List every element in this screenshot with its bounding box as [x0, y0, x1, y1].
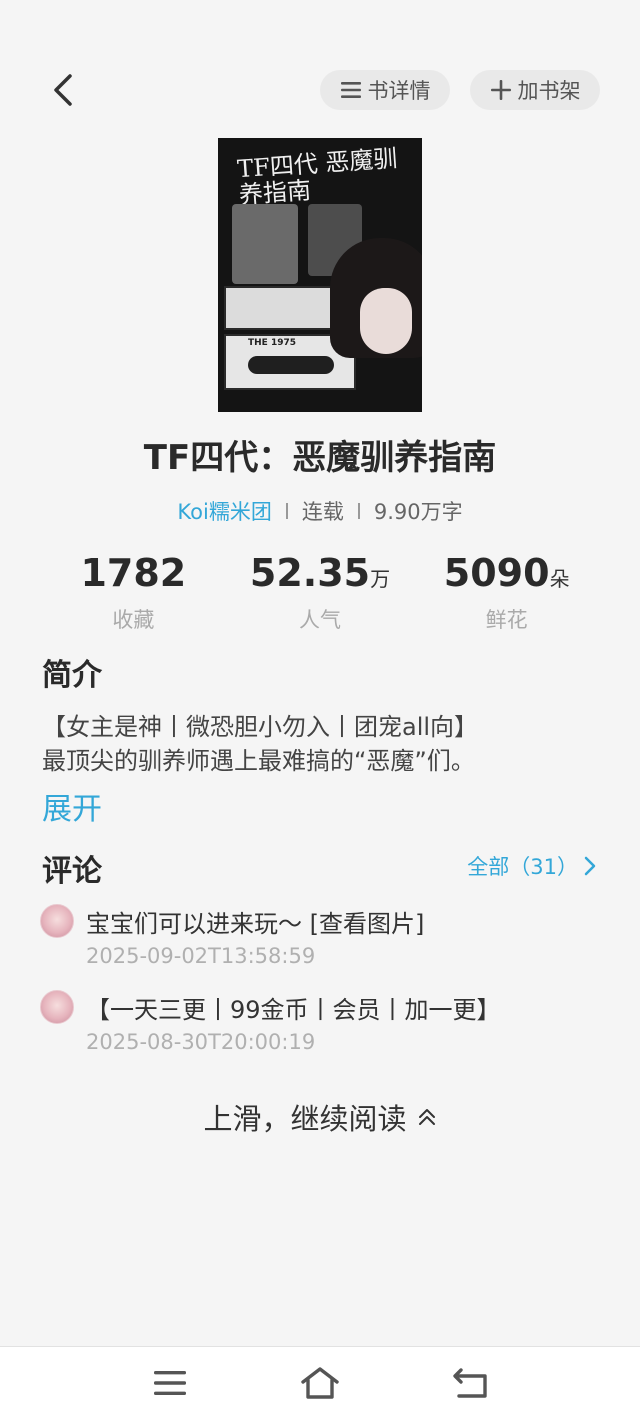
stat-favorites-value-row: 1782 [40, 550, 227, 602]
cover-figure-face [360, 288, 412, 354]
intro-line-1: 【女主是神丨微恐胆小勿入丨团宠all向】 [42, 713, 479, 741]
chevron-left-icon [50, 72, 74, 112]
cover-title-art: TF四代 恶魔驯养指南 [236, 144, 399, 210]
comment-time: 2025-08-30T20:00:19 [86, 1030, 316, 1054]
stat-popularity-label: 人气 [299, 608, 341, 632]
cover-tape-reel [248, 356, 334, 374]
system-nav-bar [0, 1346, 640, 1422]
book-title: TF四代：恶魔驯养指南 [143, 438, 497, 478]
nav-back-button[interactable] [448, 1365, 492, 1405]
book-detail-screen: 书详情 加书架 TF四代 恶魔驯养指南 THE 1975 TF四代：恶魔驯养指南… [0, 0, 640, 1422]
see-all-label: 全部（31） [467, 855, 578, 879]
stat-flowers-label: 鲜花 [485, 608, 528, 632]
add-to-shelf-label: 加书架 [517, 79, 581, 103]
stat-flowers-value: 5090 [443, 551, 550, 595]
serial-status: 连载 [301, 500, 344, 524]
menu-icon [153, 1368, 187, 1402]
stat-favorites-value: 1782 [80, 551, 187, 595]
expand-intro-button[interactable]: 展开 [42, 784, 102, 828]
home-icon [300, 1366, 340, 1404]
book-cover[interactable]: TF四代 恶魔驯养指南 THE 1975 [218, 138, 422, 412]
nav-home-button[interactable] [298, 1365, 342, 1405]
comment-time: 2025-09-02T13:58:59 [86, 944, 316, 968]
intro-text: 【女主是神丨微恐胆小勿入丨团宠all向】 最顶尖的驯养师遇上最难搞的“恶魔”们。 [42, 710, 602, 778]
continue-reading-prompt[interactable]: 上滑，继续阅读 [0, 1096, 640, 1138]
avatar [40, 990, 74, 1024]
plus-icon [490, 79, 512, 101]
stat-popularity-unit: 万 [370, 567, 391, 591]
stat-favorites-label: 收藏 [112, 608, 155, 632]
double-chevron-up-icon [417, 1107, 437, 1127]
stat-flowers-value-row: 5090朵 [413, 550, 600, 602]
stat-popularity: 52.35万 人气 [227, 550, 414, 634]
comments-heading: 评论 [42, 854, 102, 889]
add-to-shelf-button[interactable]: 加书架 [470, 70, 600, 110]
avatar [40, 904, 74, 938]
nav-menu-button[interactable] [148, 1365, 192, 1405]
stat-popularity-value-row: 52.35万 [227, 550, 414, 602]
cover-portrait-left [232, 204, 298, 284]
stat-flowers: 5090朵 鲜花 [413, 550, 600, 634]
comment-text: 【一天三更丨99金币丨会员丨加一更】 [86, 996, 501, 1024]
meta-divider [357, 503, 360, 519]
intro-heading: 简介 [42, 658, 102, 693]
stat-favorites: 1782 收藏 [40, 550, 227, 634]
stat-flowers-unit: 朵 [549, 567, 570, 591]
back-button[interactable] [40, 70, 84, 114]
comment-text: 宝宝们可以进来玩～ [查看图片] [86, 910, 425, 938]
author-link[interactable]: Koi糯米团 [177, 496, 271, 526]
book-detail-button[interactable]: 书详情 [320, 70, 450, 110]
stat-popularity-value: 52.35 [249, 551, 371, 595]
chevron-right-icon [584, 856, 596, 876]
book-detail-label: 书详情 [367, 79, 431, 103]
continue-reading-label: 上滑，继续阅读 [203, 1102, 407, 1136]
back-icon [451, 1367, 489, 1403]
intro-line-2: 最顶尖的驯养师遇上最难搞的“恶魔”们。 [42, 747, 475, 775]
word-count: 9.90万字 [373, 500, 463, 524]
stats-row: 1782 收藏 52.35万 人气 5090朵 鲜花 [40, 550, 600, 634]
book-meta: Koi糯米团 连载 9.90万字 [0, 496, 640, 526]
cover-tape-label: THE 1975 [248, 338, 297, 348]
meta-divider [285, 503, 288, 519]
see-all-comments-link[interactable]: 全部（31） [467, 851, 596, 881]
list-icon [340, 80, 362, 100]
